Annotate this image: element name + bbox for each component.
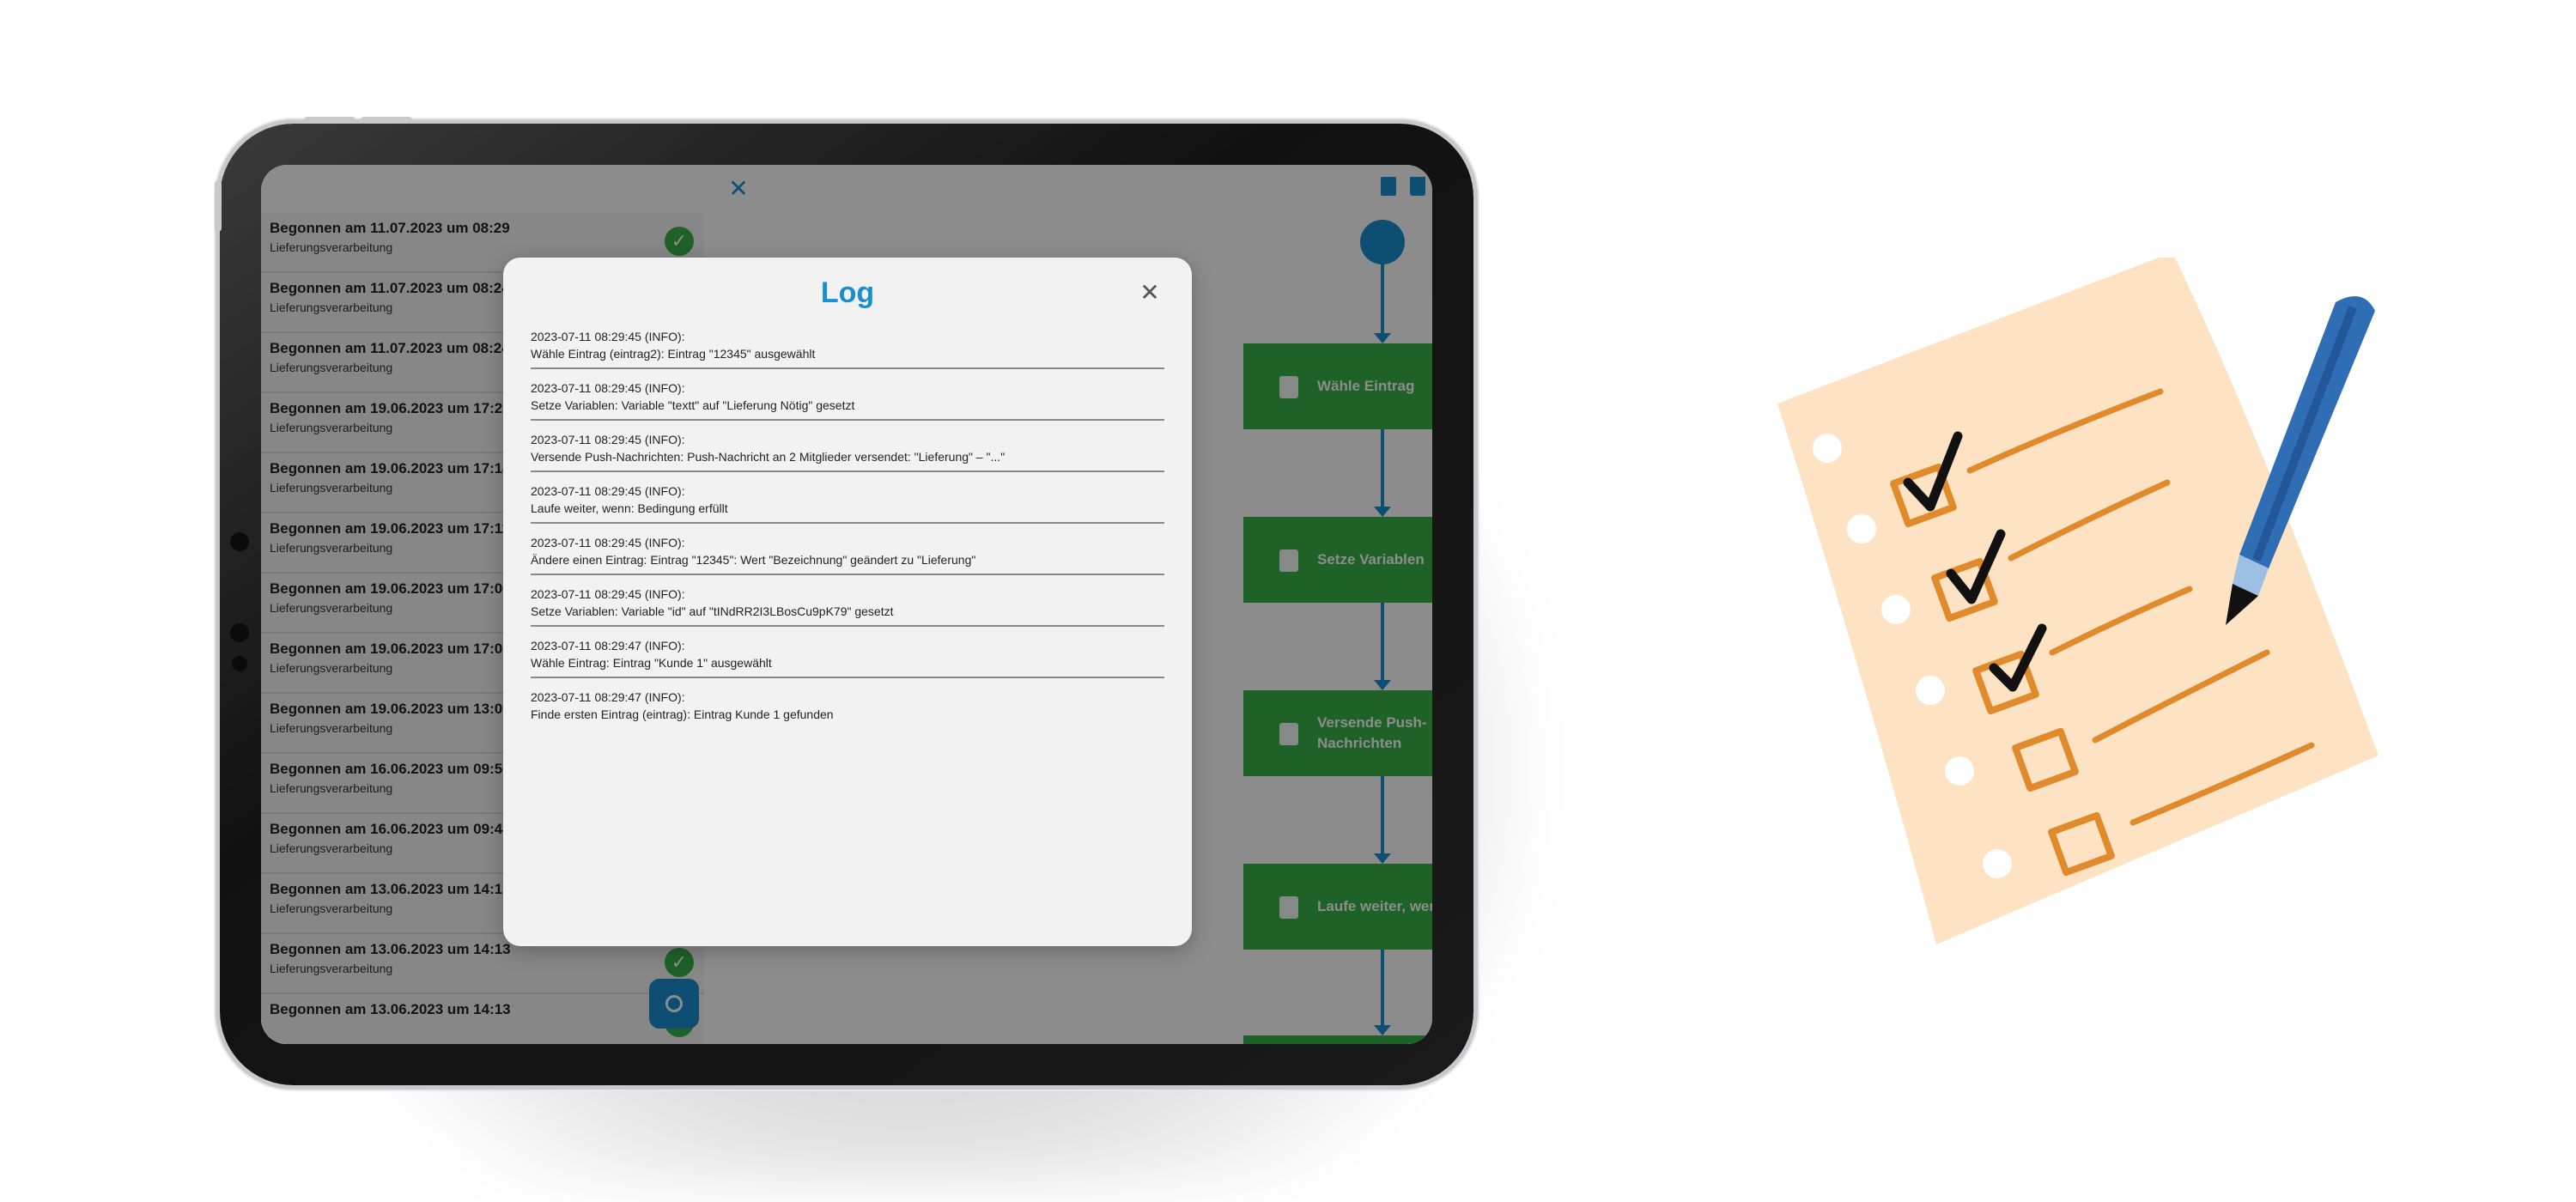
log-timestamp: 2023-07-11 08:29:45 (INFO):: [531, 484, 685, 498]
log-entry: 2023-07-11 08:29:45 (INFO): Setze Variab…: [531, 586, 1164, 627]
log-entry: 2023-07-11 08:29:45 (INFO): Setze Variab…: [531, 379, 1164, 421]
camera-dot: [230, 623, 249, 642]
log-timestamp: 2023-07-11 08:29:45 (INFO):: [531, 536, 685, 549]
log-message: Versende Push-Nachrichten: Push-Nachrich…: [531, 450, 1005, 464]
log-entry: 2023-07-11 08:29:45 (INFO): Ändere einen…: [531, 534, 1164, 575]
log-message: Setze Variablen: Variable "id" auf "tINd…: [531, 604, 894, 618]
log-entry: 2023-07-11 08:29:45 (INFO): Versende Pus…: [531, 431, 1164, 472]
log-timestamp: 2023-07-11 08:29:45 (INFO):: [531, 587, 685, 601]
log-timestamp: 2023-07-11 08:29:47 (INFO):: [531, 690, 685, 704]
log-message: Wähle Eintrag (eintrag2): Eintrag "12345…: [531, 347, 816, 361]
log-entries: 2023-07-11 08:29:45 (INFO): Wähle Eintra…: [531, 328, 1164, 738]
log-timestamp: 2023-07-11 08:29:47 (INFO):: [531, 639, 685, 653]
log-timestamp: 2023-07-11 08:29:45 (INFO):: [531, 433, 685, 446]
log-timestamp: 2023-07-11 08:29:45 (INFO):: [531, 330, 685, 343]
tablet-side-button: [215, 180, 222, 232]
log-timestamp: 2023-07-11 08:29:45 (INFO):: [531, 381, 685, 395]
dialog-title: Log: [820, 276, 875, 309]
tablet-top-button: [361, 117, 412, 124]
tablet-screen: ✕ Begonnen am 11.07.2023 um 08:29 Liefer…: [261, 165, 1432, 1044]
log-message: Finde ersten Eintrag (eintrag): Eintrag …: [531, 707, 834, 721]
log-message: Ändere einen Eintrag: Eintrag "12345": W…: [531, 553, 976, 567]
camera-dot: [230, 532, 249, 551]
log-dialog: Log ✕ 2023-07-11 08:29:45 (INFO): Wähle …: [503, 258, 1192, 946]
log-entry: 2023-07-11 08:29:45 (INFO): Wähle Eintra…: [531, 328, 1164, 369]
log-entry: 2023-07-11 08:29:47 (INFO): Finde ersten…: [531, 689, 1164, 728]
checklist-illustration: [1777, 258, 2379, 944]
camera-dot: [232, 656, 247, 671]
log-message: Wähle Eintrag: Eintrag "Kunde 1" ausgewä…: [531, 656, 772, 670]
log-message: Laufe weiter, wenn: Bedingung erfüllt: [531, 501, 728, 515]
log-entry: 2023-07-11 08:29:45 (INFO): Laufe weiter…: [531, 483, 1164, 524]
log-entry: 2023-07-11 08:29:47 (INFO): Wähle Eintra…: [531, 637, 1164, 678]
tablet-top-button: [304, 117, 355, 124]
paper-sheet: [1777, 258, 2379, 944]
log-message: Setze Variablen: Variable "textt" auf "L…: [531, 398, 855, 412]
close-icon[interactable]: ✕: [1137, 280, 1163, 306]
